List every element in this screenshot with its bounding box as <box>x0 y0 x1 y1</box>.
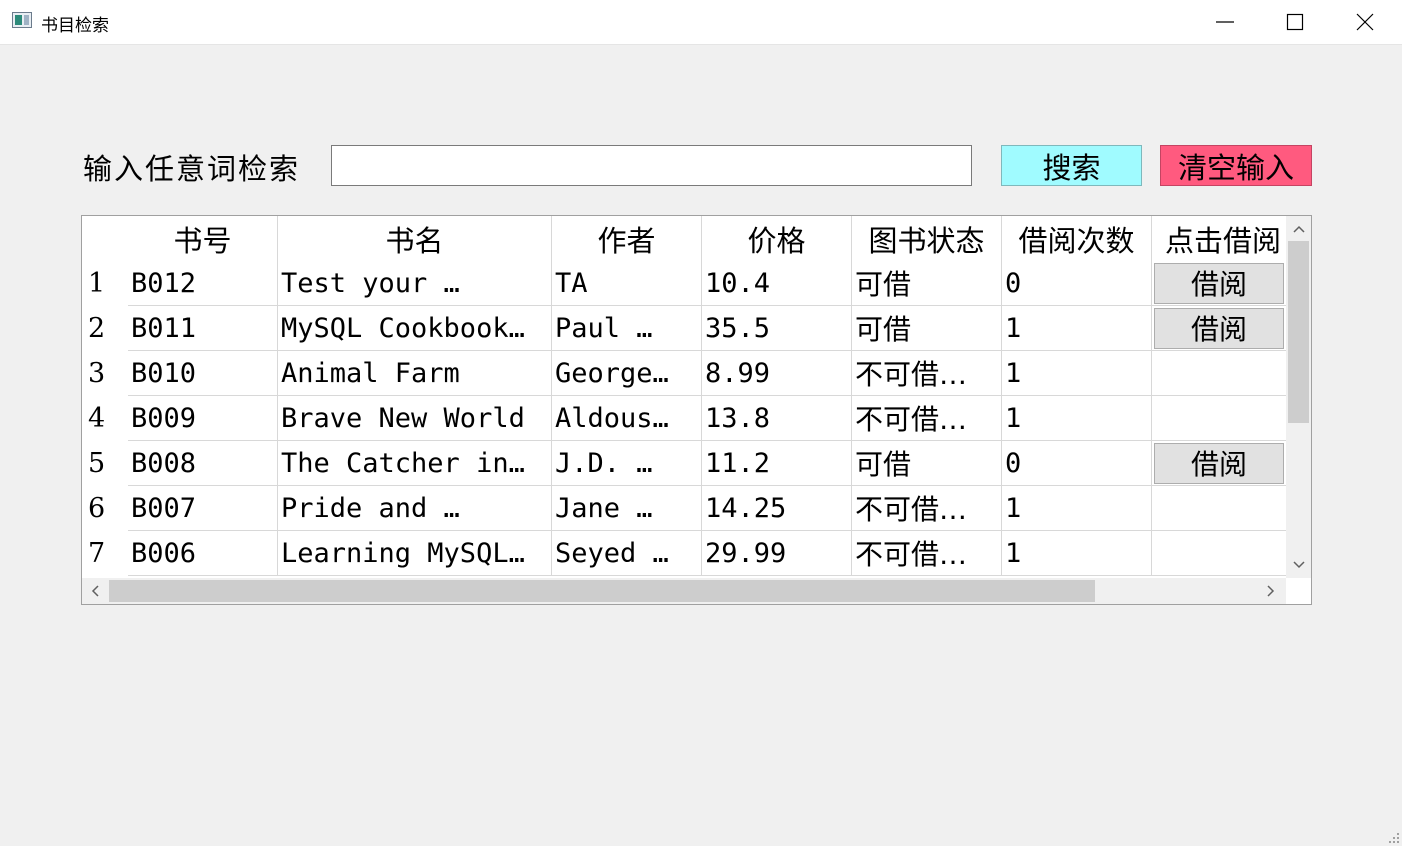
header-price[interactable]: 价格 <box>702 216 852 261</box>
cell-author[interactable]: Seyed … <box>552 531 702 576</box>
cell-price[interactable]: 11.2 <box>702 441 852 486</box>
cell-status[interactable]: 可借 <box>852 261 1002 306</box>
cell-author[interactable]: Jane … <box>552 486 702 531</box>
row-number: 6 <box>82 486 128 531</box>
cell-borrow-action <box>1152 396 1286 441</box>
scroll-down-icon[interactable] <box>1290 556 1308 574</box>
cell-book-id[interactable]: B012 <box>128 261 278 306</box>
vertical-scrollbar[interactable] <box>1286 216 1311 578</box>
clear-input-button[interactable]: 清空输入 <box>1160 145 1312 186</box>
cell-author[interactable]: Paul … <box>552 306 702 351</box>
table-row[interactable]: 4 B009 Brave New World Aldous… 13.8 不可借… 1 <box>82 396 1286 441</box>
cell-borrow-count[interactable]: 1 <box>1002 351 1152 396</box>
borrow-button[interactable]: 借阅 <box>1154 262 1284 304</box>
scroll-left-icon[interactable] <box>86 582 104 600</box>
cell-book-title[interactable]: Test your … <box>278 261 552 306</box>
search-input[interactable] <box>331 145 972 186</box>
cell-status[interactable]: 不可借… <box>852 351 1002 396</box>
table-row[interactable]: 6 B007 Pride and … Jane … 14.25 不可借… 1 <box>82 486 1286 531</box>
header-borrow-count[interactable]: 借阅次数 <box>1002 216 1152 261</box>
cell-author[interactable]: TA <box>552 261 702 306</box>
app-window-icon <box>12 12 32 28</box>
cell-author[interactable]: Aldous… <box>552 396 702 441</box>
row-number: 3 <box>82 351 128 396</box>
cell-borrow-action: 借阅 <box>1152 441 1286 486</box>
cell-book-id[interactable]: B006 <box>128 531 278 576</box>
close-icon <box>1356 13 1374 31</box>
header-author[interactable]: 作者 <box>552 216 702 261</box>
table-row[interactable]: 7 B006 Learning MySQL… Seyed … 29.99 不可借… 1 <box>82 531 1286 576</box>
title-bar: 书目检索 <box>0 0 1402 45</box>
header-borrow-action[interactable]: 点击借阅 <box>1152 216 1286 261</box>
window-title: 书目检索 <box>41 16 109 36</box>
cell-borrow-action: 借阅 <box>1152 306 1286 351</box>
table-corner <box>82 216 128 261</box>
borrow-button[interactable]: 借阅 <box>1154 442 1284 484</box>
cell-borrow-action <box>1152 486 1286 531</box>
minimize-icon <box>1216 21 1234 23</box>
header-book-id[interactable]: 书号 <box>128 216 278 261</box>
close-button[interactable] <box>1330 0 1400 44</box>
cell-status[interactable]: 不可借… <box>852 531 1002 576</box>
table-row[interactable]: 3 B010 Animal Farm George… 8.99 不可借… 1 <box>82 351 1286 396</box>
cell-book-id[interactable]: B008 <box>128 441 278 486</box>
cell-status[interactable]: 不可借… <box>852 396 1002 441</box>
table-row[interactable]: 1 B012 Test your … TA 10.4 可借 0 借阅 <box>82 261 1286 306</box>
cell-price[interactable]: 13.8 <box>702 396 852 441</box>
scroll-up-icon[interactable] <box>1290 220 1308 238</box>
cell-author[interactable]: J.D. … <box>552 441 702 486</box>
header-status[interactable]: 图书状态 <box>852 216 1002 261</box>
cell-borrow-count[interactable]: 1 <box>1002 486 1152 531</box>
cell-book-id[interactable]: B009 <box>128 396 278 441</box>
vertical-scroll-thumb[interactable] <box>1288 241 1309 423</box>
cell-borrow-count[interactable]: 1 <box>1002 396 1152 441</box>
cell-price[interactable]: 8.99 <box>702 351 852 396</box>
row-number: 7 <box>82 531 128 576</box>
horizontal-scroll-thumb[interactable] <box>109 580 1095 602</box>
cell-borrow-count[interactable]: 0 <box>1002 441 1152 486</box>
row-number: 5 <box>82 441 128 486</box>
horizontal-scrollbar[interactable] <box>82 578 1286 604</box>
scroll-right-icon[interactable] <box>1262 582 1280 600</box>
size-grip-icon[interactable] <box>1388 832 1400 844</box>
header-book-title[interactable]: 书名 <box>278 216 552 261</box>
row-number: 4 <box>82 396 128 441</box>
cell-book-title[interactable]: Brave New World <box>278 396 552 441</box>
cell-borrow-action <box>1152 351 1286 396</box>
cell-price[interactable]: 29.99 <box>702 531 852 576</box>
search-label: 输入任意词检索 <box>83 152 301 186</box>
cell-status[interactable]: 可借 <box>852 441 1002 486</box>
maximize-button[interactable] <box>1260 0 1330 44</box>
cell-book-title[interactable]: Learning MySQL… <box>278 531 552 576</box>
cell-borrow-count[interactable]: 1 <box>1002 531 1152 576</box>
table-grid: 书号 书名 作者 价格 图书状态 借阅次数 点击借阅 1 B012 Test you… <box>82 216 1286 578</box>
cell-book-id[interactable]: B007 <box>128 486 278 531</box>
cell-book-title[interactable]: Pride and … <box>278 486 552 531</box>
cell-book-id[interactable]: B011 <box>128 306 278 351</box>
maximize-icon <box>1286 13 1304 31</box>
table-row[interactable]: 5 B008 The Catcher in… J.D. … 11.2 可借 0 借阅 <box>82 441 1286 486</box>
cell-status[interactable]: 不可借… <box>852 486 1002 531</box>
cell-borrow-action: 借阅 <box>1152 261 1286 306</box>
cell-author[interactable]: George… <box>552 351 702 396</box>
book-table[interactable]: 书号 书名 作者 价格 图书状态 借阅次数 点击借阅 1 B012 Test you… <box>81 215 1312 605</box>
search-button[interactable]: 搜索 <box>1001 145 1142 186</box>
cell-status[interactable]: 可借 <box>852 306 1002 351</box>
cell-borrow-action <box>1152 531 1286 576</box>
cell-price[interactable]: 10.4 <box>702 261 852 306</box>
borrow-button[interactable]: 借阅 <box>1154 307 1284 349</box>
minimize-button[interactable] <box>1190 0 1260 44</box>
row-number: 1 <box>82 261 128 306</box>
cell-price[interactable]: 14.25 <box>702 486 852 531</box>
cell-book-title[interactable]: Animal Farm <box>278 351 552 396</box>
cell-book-title[interactable]: MySQL Cookbook… <box>278 306 552 351</box>
cell-borrow-count[interactable]: 1 <box>1002 306 1152 351</box>
cell-borrow-count[interactable]: 0 <box>1002 261 1152 306</box>
cell-book-id[interactable]: B010 <box>128 351 278 396</box>
cell-price[interactable]: 35.5 <box>702 306 852 351</box>
table-row[interactable]: 2 B011 MySQL Cookbook… Paul … 35.5 可借 1 借阅 <box>82 306 1286 351</box>
cell-book-title[interactable]: The Catcher in… <box>278 441 552 486</box>
row-number: 2 <box>82 306 128 351</box>
